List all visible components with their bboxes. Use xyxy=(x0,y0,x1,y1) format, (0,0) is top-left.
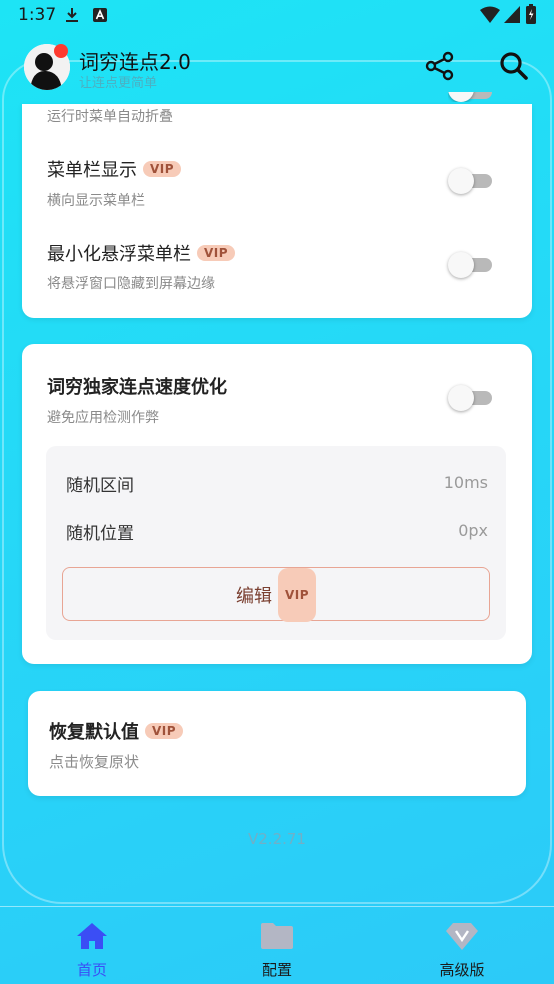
nav-config-label: 配置 xyxy=(261,961,292,979)
random-interval-value: 10ms xyxy=(443,473,488,492)
speed-optimization-card: 词穷独家连点速度优化 避免应用检测作弊 随机区间 10ms 随机位置 0px 编… xyxy=(22,344,532,664)
menu-bar-display-title: 菜单栏显示 VIP xyxy=(47,156,182,182)
menu-bar-display-desc: 横向显示菜单栏 xyxy=(47,193,145,209)
folder-icon xyxy=(261,923,293,949)
share-icon[interactable] xyxy=(424,50,456,82)
nav-premium[interactable]: 高级版 xyxy=(402,921,522,980)
random-interval-label: 随机区间 xyxy=(66,476,134,496)
download-icon xyxy=(66,8,78,22)
nav-premium-label: 高级版 xyxy=(439,961,485,979)
status-bar: 1:37 xyxy=(0,0,554,30)
menu-settings-card: 运行时菜单自动折叠 菜单栏显示 VIP 横向显示菜单栏 最小化悬浮菜单栏 VIP 将… xyxy=(22,92,532,318)
nav-home[interactable]: 首页 xyxy=(32,921,152,980)
nav-config[interactable]: 配置 xyxy=(217,921,337,980)
bottom-nav: 首页 配置 高级版 xyxy=(0,906,554,984)
minimize-float-menu-desc: 将悬浮窗口隐藏到屏幕边缘 xyxy=(47,276,215,292)
speed-optimization-desc: 避免应用检测作弊 xyxy=(47,410,159,426)
edit-button-label: 编辑 xyxy=(235,586,272,607)
signal-icon xyxy=(504,6,520,23)
menu-bar-display-label: 菜单栏显示 xyxy=(47,160,137,181)
edit-button[interactable]: 编辑 VIP xyxy=(62,567,490,622)
vip-badge: VIP xyxy=(277,568,317,622)
text-a-icon xyxy=(93,8,107,22)
auto-collapse-desc: 运行时菜单自动折叠 xyxy=(47,109,173,125)
app-title: 词穷连点2.0 xyxy=(79,50,191,74)
status-time: 1:37 xyxy=(18,5,57,25)
search-icon[interactable] xyxy=(498,50,530,82)
menu-bar-display-toggle[interactable] xyxy=(448,168,492,194)
speed-optimization-title: 词穷独家连点速度优化 xyxy=(47,377,227,398)
vip-badge: VIP xyxy=(145,723,184,739)
random-position-value: 0px xyxy=(458,521,488,540)
restore-defaults-card[interactable]: 恢复默认值 VIP 点击恢复原状 xyxy=(28,691,526,796)
app-subtitle: 让连点更简单 xyxy=(79,76,158,91)
wifi-icon xyxy=(480,6,500,23)
random-params-panel: 随机区间 10ms 随机位置 0px 编辑 VIP xyxy=(46,446,506,640)
battery-icon xyxy=(526,4,536,24)
version-label: V2.2.71 xyxy=(248,830,306,848)
random-position-label: 随机位置 xyxy=(66,524,134,544)
vip-badge: VIP xyxy=(197,245,236,261)
minimize-float-menu-title: 最小化悬浮菜单栏 VIP xyxy=(47,240,236,266)
speed-optimization-toggle[interactable] xyxy=(448,385,492,411)
diamond-icon xyxy=(446,923,478,950)
auto-collapse-toggle[interactable] xyxy=(448,92,492,102)
minimize-float-menu-label: 最小化悬浮菜单栏 xyxy=(47,244,191,265)
minimize-float-menu-toggle[interactable] xyxy=(448,252,492,278)
restore-defaults-desc: 点击恢复原状 xyxy=(49,753,140,771)
vip-badge: VIP xyxy=(143,161,182,177)
notification-dot xyxy=(54,44,68,58)
restore-defaults-label: 恢复默认值 xyxy=(49,722,139,743)
nav-home-label: 首页 xyxy=(76,961,107,979)
restore-defaults-title: 恢复默认值 VIP xyxy=(49,718,184,744)
home-icon xyxy=(77,923,107,949)
